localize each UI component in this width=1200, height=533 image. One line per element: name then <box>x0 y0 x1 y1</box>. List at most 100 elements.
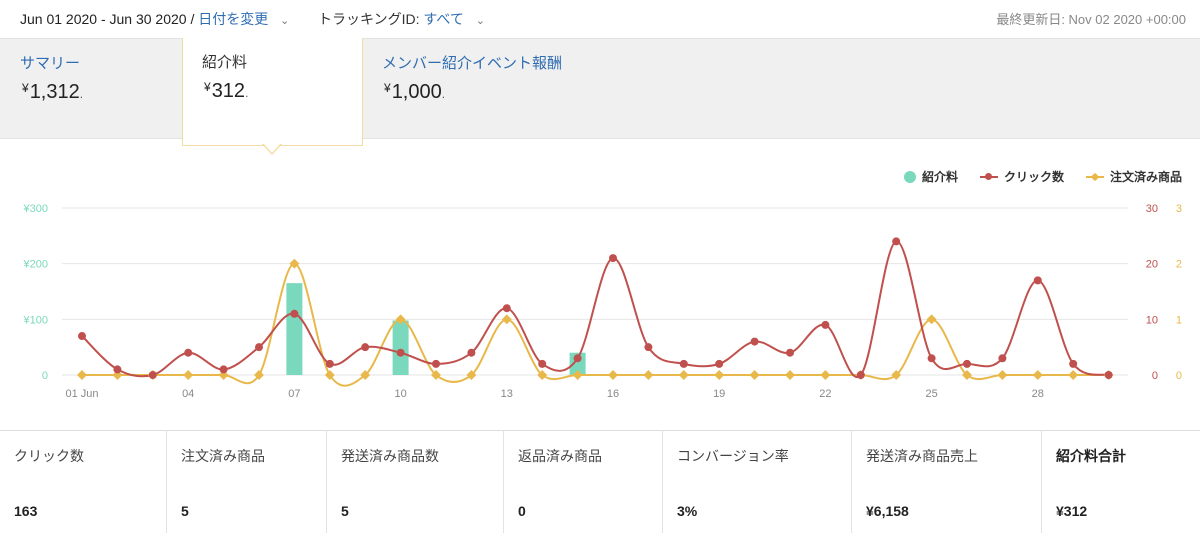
date-range: Jun 01 2020 - Jun 30 2020 / 日付を変更 ⌄ <box>20 9 289 29</box>
point-clicks <box>361 343 370 352</box>
point-clicks <box>148 371 157 379</box>
last-updated: 最終更新日: Nov 02 2020 +00:00 <box>996 12 1186 27</box>
tab-member-referral-event-value: ¥1,000. <box>384 81 446 103</box>
stat-value: 5 <box>341 503 349 519</box>
y-axis-clicks-tick: 20 <box>1146 259 1158 271</box>
y-axis-clicks-tick: 10 <box>1146 314 1158 326</box>
point-ordered-items <box>820 370 831 380</box>
x-axis-tick: 04 <box>182 388 194 400</box>
stat-referral-fee-total: 紹介料合計 ¥312 <box>1042 431 1200 533</box>
x-axis-tick: 22 <box>819 388 831 400</box>
point-ordered-items <box>926 314 937 325</box>
point-clicks <box>679 359 688 368</box>
point-clicks <box>715 359 724 368</box>
tab-member-referral-event[interactable]: メンバー紹介イベント報酬 ¥1,000. <box>382 39 642 139</box>
stat-label: 注文済み商品 <box>181 448 265 464</box>
tracking-id-selector[interactable]: トラッキングID: すべて ⌄ <box>318 9 485 29</box>
point-clicks <box>1069 359 1078 368</box>
performance-chart: ¥300 ¥200 ¥100 0 30 20 10 0 3 2 1 0 01 Jun 04 07 10 13 16… <box>0 160 1200 420</box>
point-ordered-items <box>501 314 512 325</box>
chart-svg: ¥300¥200¥10003020100321001 Jun 04 07 10 13 16… <box>23 203 1182 400</box>
point-ordered-items <box>643 370 654 380</box>
bar-referral-fee <box>286 283 303 375</box>
chevron-down-icon[interactable]: ⌄ <box>280 14 289 27</box>
stat-label: クリック数 <box>14 448 84 464</box>
point-clicks <box>396 348 405 357</box>
y-axis-orders-tick: 1 <box>1176 314 1182 326</box>
x-axis-tick: 19 <box>713 388 725 400</box>
stat-label: 紹介料合計 <box>1056 448 1126 464</box>
point-clicks <box>219 365 228 374</box>
point-clicks <box>609 254 617 263</box>
stat-label: 発送済み商品数 <box>341 448 439 464</box>
tab-referral-fee-label: 紹介料 <box>202 54 248 71</box>
y-axis-left-tick: ¥200 <box>23 259 48 271</box>
tab-referral-fee[interactable]: 紹介料 ¥312. <box>182 38 363 146</box>
stat-label: 返品済み商品 <box>518 448 602 464</box>
y-axis-orders-tick: 2 <box>1176 259 1182 271</box>
point-ordered-items <box>1068 370 1079 380</box>
tab-summary-value: ¥1,312. <box>22 81 84 103</box>
stat-label: コンバージョン率 <box>677 448 789 464</box>
active-tab-caret-fill <box>263 143 281 153</box>
stat-label: 発送済み商品売上 <box>866 448 978 464</box>
point-clicks <box>998 354 1007 363</box>
y-axis-clicks-tick: 0 <box>1152 370 1158 382</box>
y-axis-orders-tick: 0 <box>1176 370 1182 382</box>
point-clicks <box>432 359 440 368</box>
stat-value: 163 <box>14 503 38 519</box>
point-ordered-items <box>785 370 795 380</box>
y-axis-left-tick: 0 <box>42 370 48 382</box>
x-axis-tick: 16 <box>607 388 619 400</box>
date-range-text: Jun 01 2020 - Jun 30 2020 / <box>20 11 195 27</box>
point-clicks <box>892 237 901 246</box>
x-axis-tick: 01 Jun <box>65 388 98 400</box>
x-axis-tick: 13 <box>501 388 513 400</box>
point-clicks <box>502 304 511 313</box>
y-axis-left-tick: ¥300 <box>23 203 48 215</box>
stat-shipped-items: 発送済み商品数 5 <box>327 431 504 533</box>
point-clicks <box>290 309 299 318</box>
point-clicks <box>856 371 865 379</box>
tab-member-referral-event-label[interactable]: メンバー紹介イベント報酬 <box>382 52 562 73</box>
y-axis-left-tick: ¥100 <box>23 314 48 326</box>
point-ordered-items <box>608 370 618 380</box>
point-clicks <box>325 359 334 368</box>
change-date-link[interactable]: 日付を変更 <box>198 11 268 27</box>
point-ordered-items <box>714 370 725 380</box>
stat-shipped-sales: 発送済み商品売上 ¥6,158 <box>852 431 1042 533</box>
point-clicks <box>1104 371 1113 379</box>
point-ordered-items <box>749 370 760 380</box>
chevron-down-icon[interactable]: ⌄ <box>476 14 485 27</box>
point-clicks <box>113 365 122 374</box>
x-axis-tick: 07 <box>288 388 300 400</box>
x-axis-tick: 28 <box>1032 388 1044 400</box>
stat-conversion-rate: コンバージョン率 3% <box>663 431 852 533</box>
stat-ordered-items: 注文済み商品 5 <box>167 431 327 533</box>
point-clicks <box>927 354 936 363</box>
point-clicks <box>184 348 193 357</box>
point-clicks <box>255 343 263 352</box>
stat-value: ¥6,158 <box>866 503 909 519</box>
point-clicks <box>538 359 547 368</box>
point-clicks <box>573 354 582 363</box>
point-clicks <box>78 332 86 341</box>
stat-returned-items: 返品済み商品 0 <box>504 431 663 533</box>
stat-value: 5 <box>181 503 189 519</box>
point-ordered-items <box>997 370 1008 380</box>
point-ordered-items <box>77 370 87 380</box>
tab-summary-label[interactable]: サマリー <box>20 52 80 73</box>
stat-clicks: クリック数 163 <box>0 431 167 533</box>
point-ordered-items <box>183 370 194 380</box>
point-clicks <box>821 320 830 329</box>
x-axis-tick: 10 <box>394 388 406 400</box>
point-clicks <box>644 343 653 352</box>
y-axis-orders-tick: 3 <box>1176 203 1182 215</box>
point-clicks <box>786 348 794 357</box>
tab-summary[interactable]: サマリー ¥1,312. <box>20 39 170 139</box>
tab-referral-fee-value: ¥312. <box>204 80 249 102</box>
point-clicks <box>750 337 759 346</box>
stat-value: 0 <box>518 503 526 519</box>
tracking-id-label: トラッキングID: <box>318 11 420 27</box>
tracking-id-value[interactable]: すべて <box>423 11 463 27</box>
